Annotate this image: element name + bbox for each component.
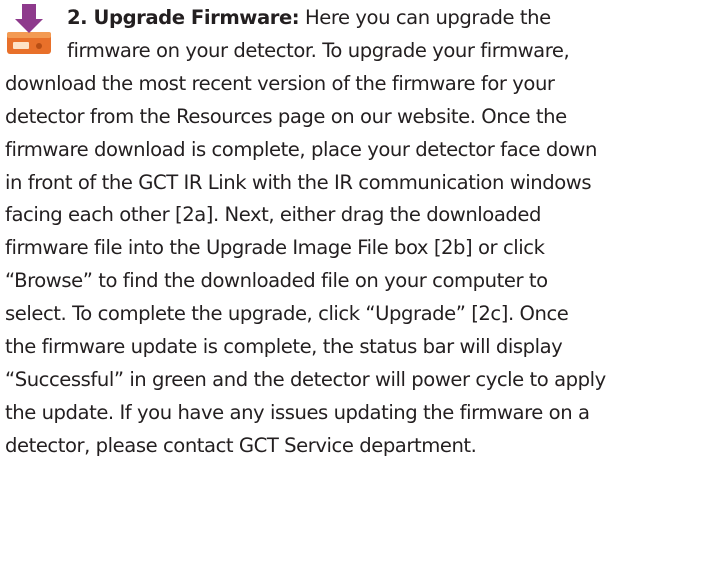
paragraph-line: the firmware update is complete, the sta… (5, 335, 563, 359)
paragraph-line: in front of the GCT IR Link with the IR … (5, 170, 592, 194)
firmware-section: 2. Upgrade Firmware: Here you can upgrad… (0, 0, 707, 571)
paragraph-line: Here you can upgrade the (299, 6, 551, 29)
paragraph-line: firmware download is complete, place you… (5, 137, 597, 161)
paragraph-line: the update. If you have any issues updat… (5, 400, 590, 424)
firmware-upgrade-icon (5, 2, 67, 66)
paragraph-line: “Browse” to find the downloaded file on … (5, 269, 548, 293)
paragraph-line: detector, please contact GCT Service dep… (5, 433, 477, 457)
paragraph-line: detector from the Resources page on our … (5, 104, 567, 128)
paragraph-line: facing each other [2a]. Next, either dra… (5, 203, 541, 227)
paragraph-line: “Successful” in green and the detector w… (5, 367, 606, 391)
firmware-paragraph: 2. Upgrade Firmware: Here you can upgrad… (5, 2, 707, 463)
section-heading: 2. Upgrade Firmware: (67, 6, 300, 29)
paragraph-line: download the most recent version of the … (5, 71, 555, 95)
paragraph-line: firmware on your detector. To upgrade yo… (67, 38, 570, 62)
paragraph-line: select. To complete the upgrade, click “… (5, 302, 569, 326)
paragraph-line: firmware file into the Upgrade Image Fil… (5, 236, 545, 260)
